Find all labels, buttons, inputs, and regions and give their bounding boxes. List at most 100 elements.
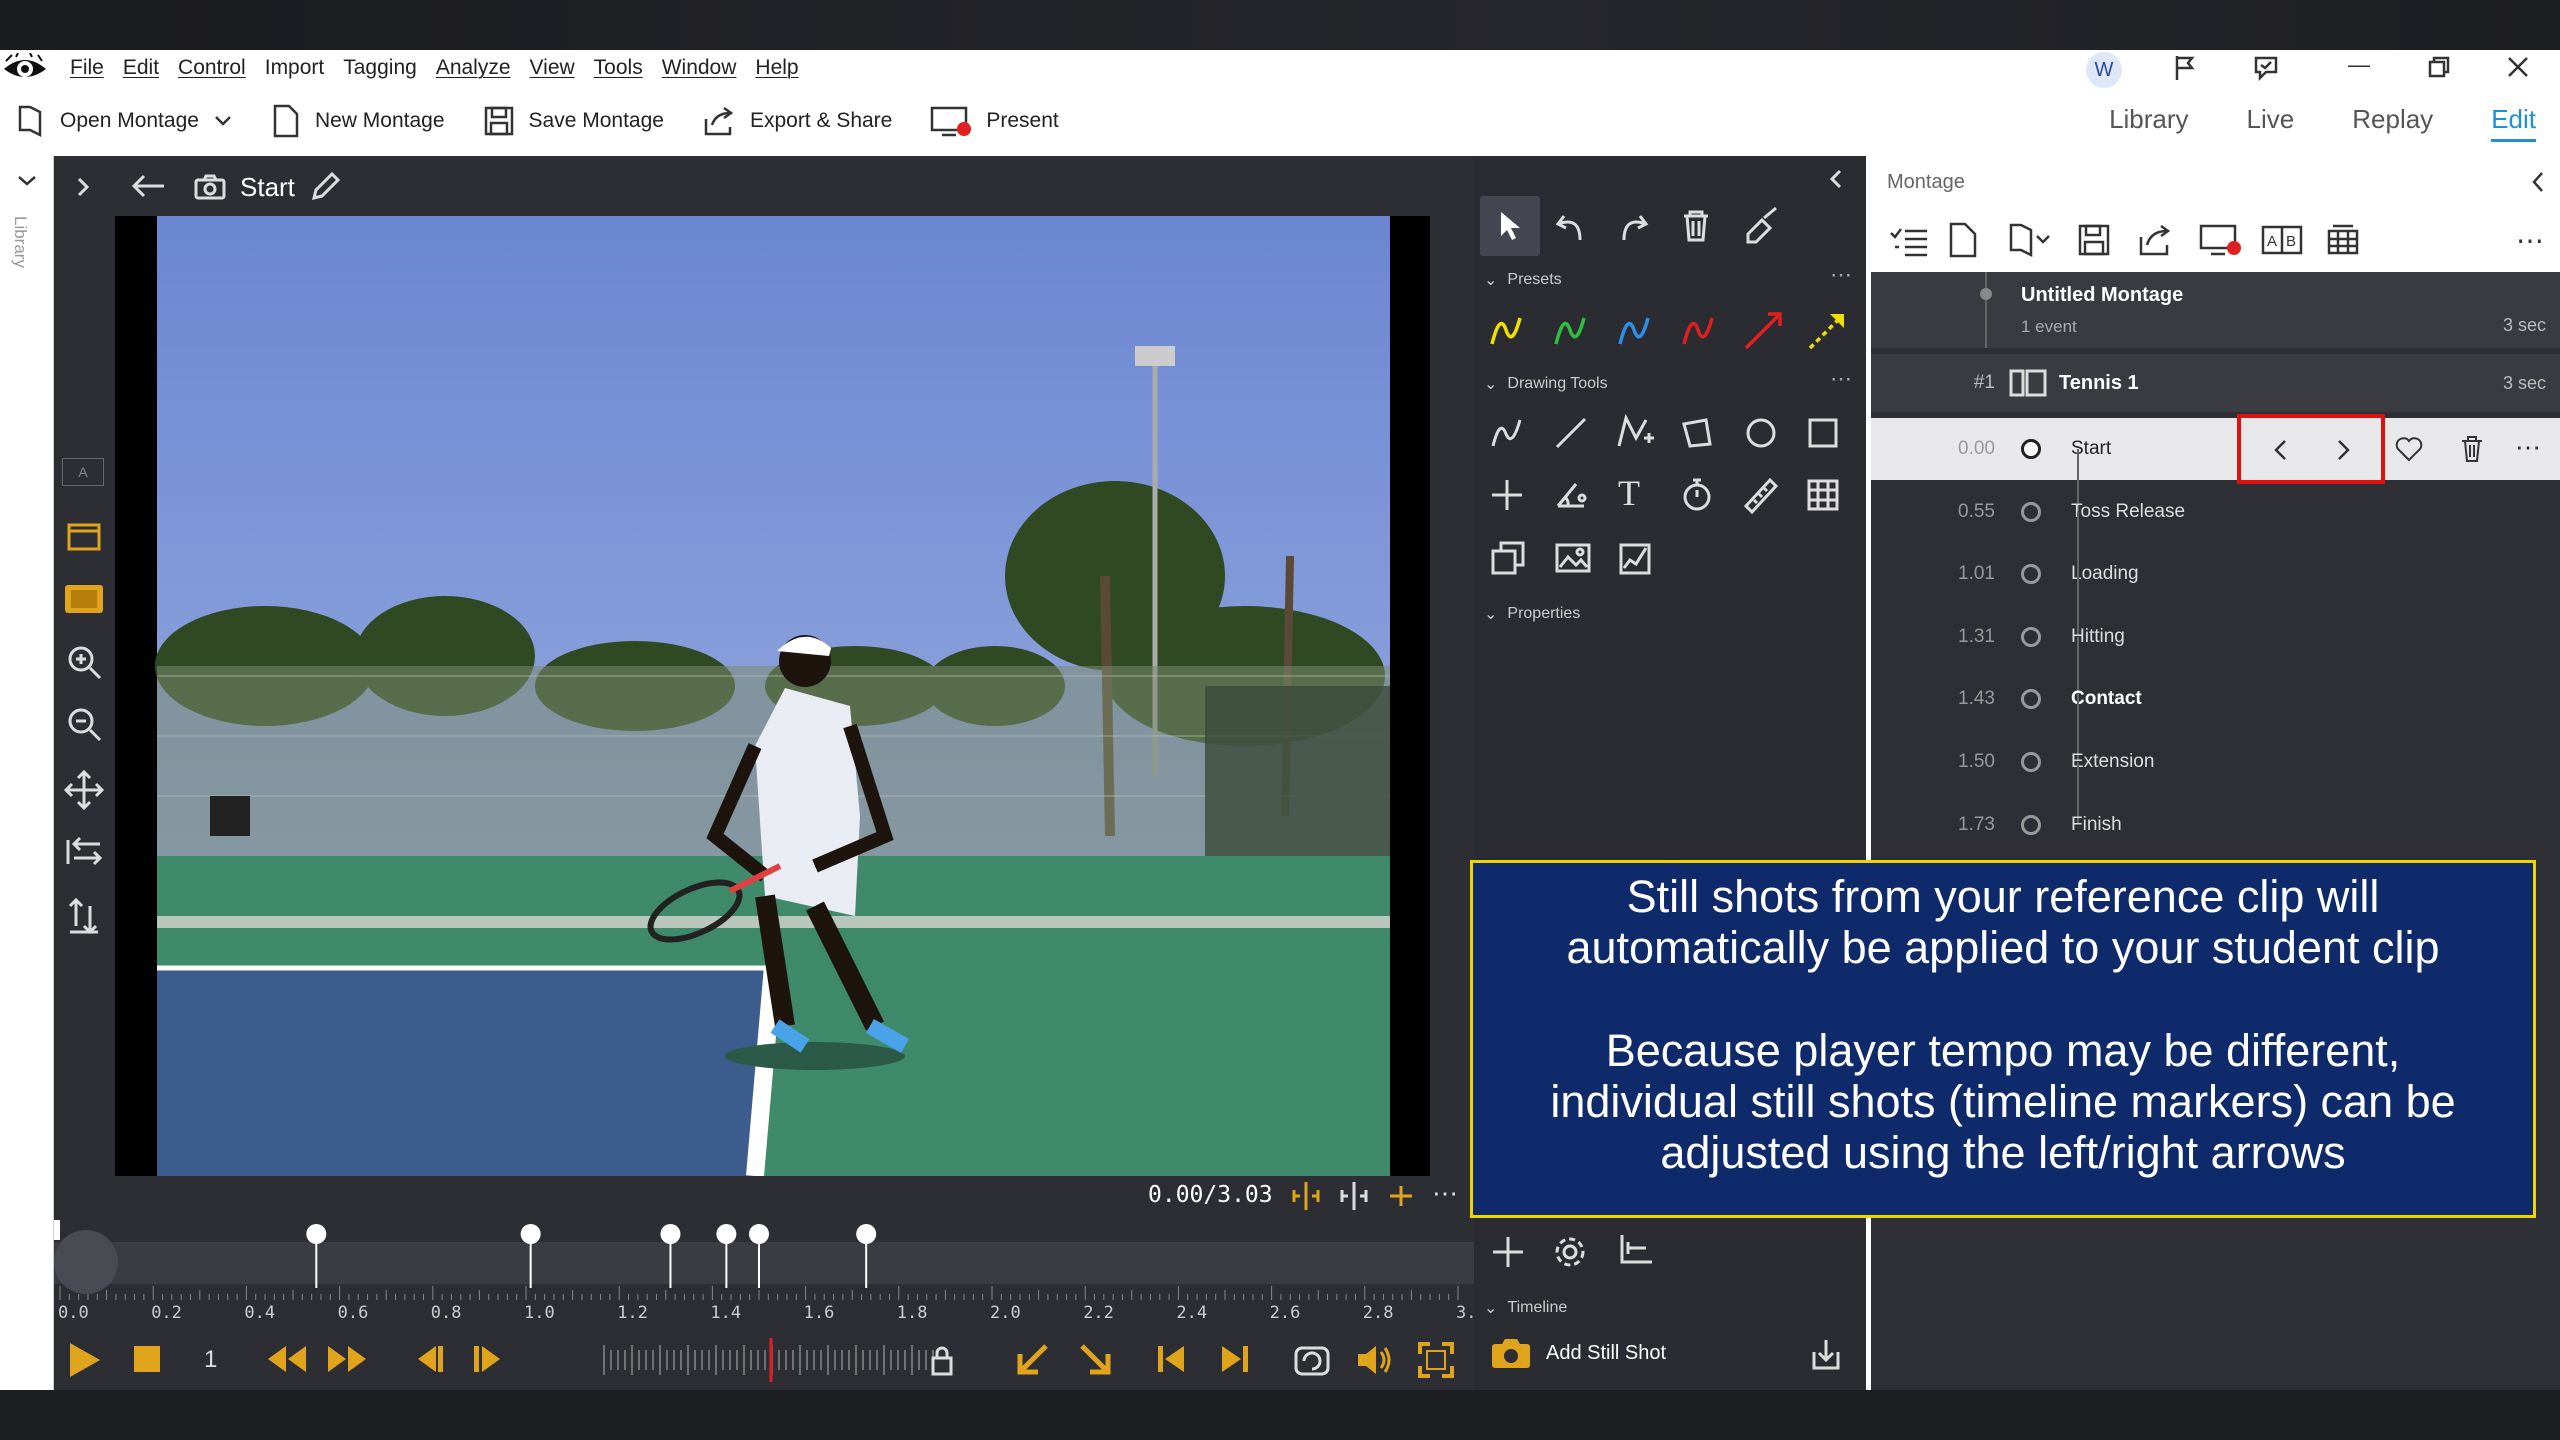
timeline-marker[interactable] [716,1224,737,1244]
save-icon[interactable] [2077,223,2111,257]
properties-section-header[interactable]: ⌄ Properties [1484,604,1580,624]
chevron-down-icon[interactable] [16,174,38,188]
delete-drawing-icon[interactable] [1680,208,1712,244]
drawing-tools-more-icon[interactable]: ⋯ [1830,366,1852,392]
set-out-point-icon[interactable] [1076,1340,1116,1380]
collapse-montage-icon[interactable] [2530,170,2546,194]
circle-tool-icon[interactable] [1744,416,1778,450]
video-frame[interactable] [115,216,1430,1176]
timeline-marker[interactable] [306,1224,327,1244]
nudge-left-icon[interactable] [2271,438,2291,462]
line-tool-icon[interactable] [1554,416,1588,450]
present-button[interactable]: Present [930,105,1059,137]
graph-tool-icon[interactable] [1618,542,1652,576]
marker-row[interactable]: 1.50 Extension [1871,731,2560,824]
tab-replay[interactable]: Replay [2352,104,2433,142]
preset-green-freehand[interactable] [1554,317,1586,345]
timeline-marker[interactable] [520,1224,541,1244]
crosshair-tool-icon[interactable] [1490,478,1524,512]
menu-tagging[interactable]: Tagging [343,56,417,80]
presets-section-header[interactable]: ⌄ Presets [1484,270,1562,290]
nudge-right-icon[interactable] [2333,438,2353,462]
user-avatar[interactable]: W [2086,52,2122,88]
menu-edit[interactable]: Edit [123,56,159,80]
open-montage-button[interactable]: Open Montage [16,104,233,138]
pencil-edit-icon[interactable] [310,172,340,202]
fit-width-icon[interactable] [64,836,104,868]
select-tool-button[interactable] [1480,196,1540,256]
frame-icon[interactable] [66,522,102,552]
new-montage-button[interactable]: New Montage [271,104,445,138]
fit-height-icon[interactable] [66,896,102,936]
menu-tools[interactable]: Tools [594,56,643,80]
polygon-tool-icon[interactable] [1680,416,1714,450]
marker-row[interactable]: 1.73 Finish [1871,794,2560,856]
tab-edit[interactable]: Edit [2491,104,2536,142]
eraser-icon[interactable] [1742,206,1782,246]
more-icon[interactable]: ⋯ [1432,1178,1458,1209]
add-still-shot-button[interactable]: Add Still Shot [1490,1336,1666,1370]
rewind-icon[interactable] [266,1344,308,1374]
open-montage-icon[interactable] [2007,222,2053,258]
marker-row[interactable]: 1.01 Loading [1871,543,2560,637]
filmstrip-icon[interactable] [62,582,106,616]
timeline-marker[interactable] [749,1224,769,1244]
download-export-icon[interactable] [1810,1338,1842,1372]
close-icon[interactable] [2506,55,2530,84]
marker-row[interactable]: 1.43 Contact [1871,668,2560,762]
tab-library[interactable]: Library [2109,104,2188,142]
minimize-icon[interactable]: — [2348,52,2370,78]
set-in-point-icon[interactable] [1012,1340,1052,1380]
new-document-icon[interactable] [1947,222,1979,258]
go-to-end-icon[interactable] [1218,1344,1250,1374]
menu-control[interactable]: Control [178,56,246,80]
zoom-out-icon[interactable] [66,706,102,742]
back-arrow-icon[interactable] [130,172,166,200]
marker-row[interactable]: 0.55 Toss Release [1871,481,2560,574]
favorite-heart-icon[interactable] [2395,436,2423,462]
menu-file[interactable]: File [70,56,104,80]
preset-red-freehand[interactable] [1682,317,1714,345]
timeline-adjust-icon[interactable] [1616,1232,1654,1268]
play-icon[interactable] [66,1340,102,1380]
chevron-down-icon[interactable] [213,114,233,128]
fullscreen-icon[interactable] [1416,1340,1456,1380]
menu-help[interactable]: Help [755,56,798,80]
freehand-tool-icon[interactable] [1490,416,1524,450]
montage-summary-row[interactable]: Untitled Montage 1 event 3 sec [1871,272,2560,348]
trim-start-icon[interactable] [1290,1180,1322,1212]
restore-icon[interactable] [2428,56,2450,83]
zoom-in-icon[interactable] [66,644,102,680]
library-label[interactable]: Library [10,216,30,268]
ruler-tool-icon[interactable] [1742,476,1780,514]
volume-icon[interactable] [1354,1342,1394,1378]
loop-icon[interactable] [1292,1340,1332,1380]
stopwatch-tool-icon[interactable] [1680,476,1714,514]
rectangle-tool-icon[interactable] [1806,416,1840,450]
flag-icon[interactable] [2172,54,2198,87]
pan-move-icon[interactable] [64,770,104,810]
step-back-icon[interactable] [412,1344,446,1374]
lock-icon[interactable] [930,1344,954,1376]
tab-live[interactable]: Live [2247,104,2295,142]
preset-blue-freehand[interactable] [1618,317,1650,345]
save-montage-button[interactable]: Save Montage [483,105,664,137]
timeline-marker[interactable] [856,1224,877,1244]
menu-view[interactable]: View [530,56,575,80]
export-share-button[interactable]: Export & Share [702,105,892,137]
polyline-tool-icon[interactable] [1616,414,1656,452]
grid-tool-icon[interactable] [1806,478,1840,512]
ab-compare-icon[interactable]: AB [2261,225,2303,255]
split-clip-icon[interactable] [1338,1180,1370,1212]
menu-window[interactable]: Window [662,56,737,80]
grid-layout-icon[interactable] [2325,223,2361,257]
presets-more-icon[interactable]: ⋯ [1830,262,1852,288]
drawing-tools-section-header[interactable]: ⌄ Drawing Tools [1484,374,1608,394]
clip-row[interactable]: #1 Tennis 1 3 sec [1871,354,2560,412]
step-forward-icon[interactable] [472,1344,506,1374]
annotation-toggle-button[interactable]: A [62,458,104,486]
overlay-tool-icon[interactable] [1490,540,1526,576]
preset-yellow-freehand[interactable] [1490,317,1522,345]
redo-icon[interactable] [1616,212,1650,242]
menu-analyze[interactable]: Analyze [436,56,511,80]
